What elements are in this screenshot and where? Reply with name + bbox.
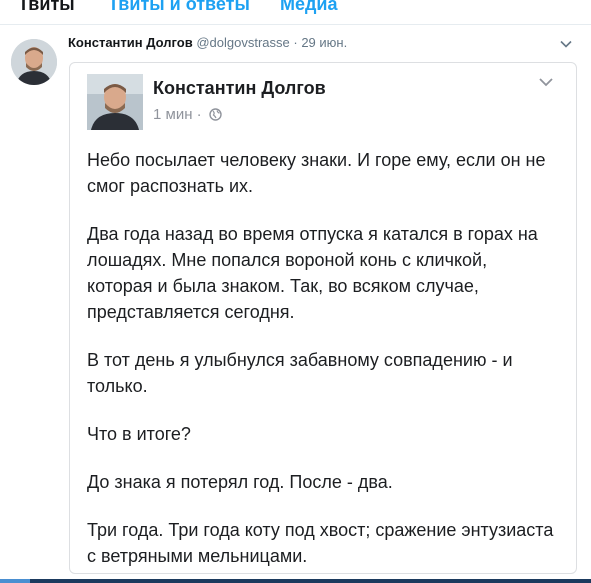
avatar[interactable] [11, 39, 57, 85]
embed-author-name[interactable]: Константин Долгов [153, 78, 326, 99]
chevron-down-icon[interactable] [559, 37, 573, 51]
post-text: Небо посылает человеку знаки. И горе ему… [87, 147, 557, 573]
chevron-down-icon[interactable] [538, 74, 554, 90]
embed-meta: 1 мин · [153, 106, 222, 123]
tab-tweets[interactable]: Твиты [18, 0, 75, 15]
post-paragraph: В тот день я улыбнулся забавному совпаде… [87, 350, 513, 396]
tab-media[interactable]: Медиа [280, 0, 338, 15]
separator-dot: · [293, 35, 298, 50]
tweet-author-name[interactable]: Константин Долгов [68, 35, 193, 50]
post-paragraph: Что в итоге? [87, 424, 191, 444]
globe-icon [209, 108, 222, 121]
tweet-date[interactable]: 29 июн. [301, 35, 347, 50]
separator-dot: · [196, 106, 202, 123]
embedded-post-card[interactable]: Константин Долгов 1 мин · Небо посылает … [69, 62, 577, 574]
post-paragraph: Небо посылает человеку знаки. И горе ему… [87, 150, 546, 196]
profile-tabs: Твиты Твиты и ответы Медиа [0, 0, 591, 25]
post-paragraph: Два года назад во время отпуска я каталс… [87, 224, 538, 322]
embed-avatar-image [87, 74, 143, 130]
tab-tweets-and-replies[interactable]: Твиты и ответы [108, 0, 250, 15]
tweet-handle[interactable]: @dolgovstrasse [196, 35, 289, 50]
embed-avatar[interactable] [87, 74, 143, 130]
post-paragraph: До знака я потерял год. После - два. [87, 472, 393, 492]
post-paragraph: Три года. Три года коту под хвост; сраже… [87, 520, 554, 566]
avatar-image [11, 39, 57, 85]
embed-time[interactable]: 1 мин [153, 106, 193, 123]
taskbar-edge [0, 579, 591, 583]
taskbar-edge-segment [0, 579, 30, 583]
tweet-header: Константин Долгов @dolgovstrasse · 29 ию… [68, 34, 347, 52]
